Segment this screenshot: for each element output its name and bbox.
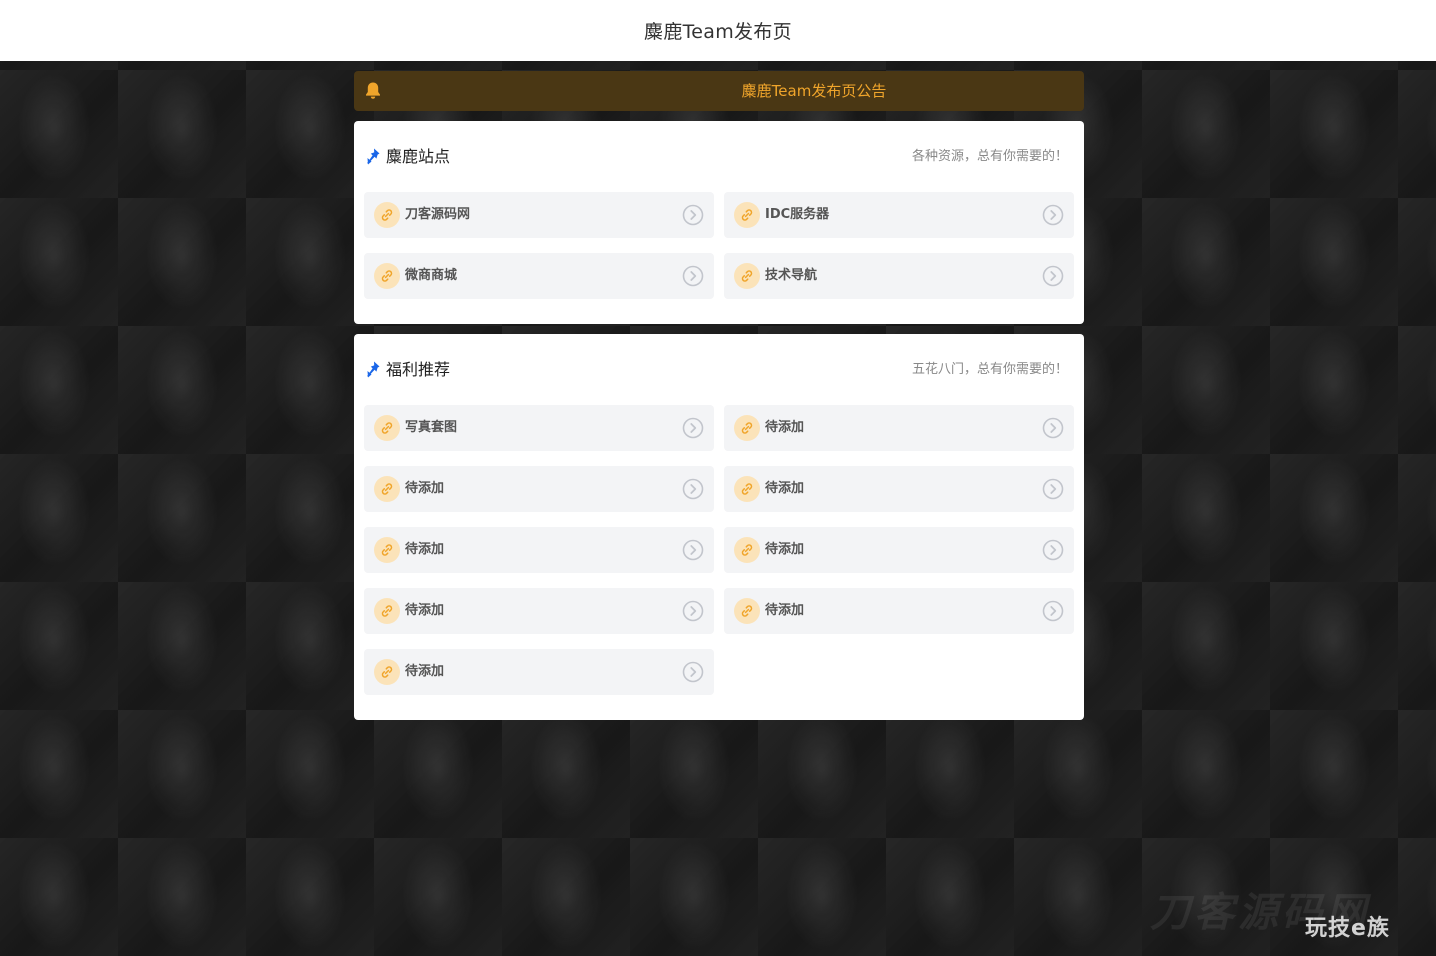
chevron-right-circle-icon — [682, 600, 704, 622]
section-subtitle: 五花八门，总有你需要的！ — [911, 362, 1068, 377]
chevron-right-circle-icon — [1042, 417, 1064, 439]
pin-icon — [367, 148, 380, 165]
chevron-right-circle-icon — [1042, 539, 1064, 561]
link-item[interactable]: 刀客源码网 — [364, 192, 714, 238]
link-label: 微商商城 — [405, 268, 458, 283]
link-label: 待添加 — [405, 481, 445, 496]
link-item[interactable]: 待添加 — [724, 466, 1074, 512]
link-item[interactable]: 写真套图 — [364, 405, 714, 451]
link-label: 待添加 — [765, 481, 805, 496]
link-icon — [374, 659, 400, 685]
link-item[interactable]: 待添加 — [364, 527, 714, 573]
chevron-right-circle-icon — [682, 417, 704, 439]
chevron-right-circle-icon — [682, 204, 704, 226]
chevron-right-circle-icon — [1042, 265, 1064, 287]
top-header: 麋鹿Team发布页 — [0, 0, 1436, 61]
link-icon — [374, 598, 400, 624]
chevron-right-circle-icon — [682, 478, 704, 500]
corner-watermark: 玩技e族 — [1305, 916, 1390, 941]
chevron-right-circle-icon — [682, 265, 704, 287]
chevron-right-circle-icon — [1042, 600, 1064, 622]
link-icon — [734, 263, 760, 289]
chevron-right-circle-icon — [682, 539, 704, 561]
link-label: 刀客源码网 — [405, 207, 471, 222]
link-item[interactable]: 待添加 — [724, 405, 1074, 451]
link-label: 写真套图 — [405, 420, 458, 435]
link-icon — [374, 202, 400, 228]
notice-text: 麋鹿Team发布页公告 — [741, 82, 887, 100]
link-icon — [734, 415, 760, 441]
link-item[interactable]: 待添加 — [364, 588, 714, 634]
link-item[interactable]: 待添加 — [724, 588, 1074, 634]
link-item[interactable]: IDC服务器 — [724, 192, 1074, 238]
link-item[interactable]: 技术导航 — [724, 253, 1074, 299]
section-title: 麋鹿站点 — [386, 147, 451, 166]
chevron-right-circle-icon — [1042, 478, 1064, 500]
section-welfare: 福利推荐 五花八门，总有你需要的！ 写真套图 待添加 待添加 待添加 待添加 待… — [354, 334, 1084, 720]
section-subtitle: 各种资源，总有你需要的！ — [911, 149, 1068, 164]
link-icon — [734, 476, 760, 502]
link-icon — [374, 263, 400, 289]
section-title: 福利推荐 — [386, 360, 451, 379]
link-icon — [734, 202, 760, 228]
section-header: 福利推荐 五花八门，总有你需要的！ — [364, 358, 1074, 382]
chevron-right-circle-icon — [682, 661, 704, 683]
chevron-right-circle-icon — [1042, 204, 1064, 226]
link-grid: 刀客源码网 IDC服务器 微商商城 技术导航 — [364, 192, 1074, 299]
page-title: 麋鹿Team发布页 — [644, 21, 792, 43]
link-icon — [374, 415, 400, 441]
link-item[interactable]: 待添加 — [364, 649, 714, 695]
link-label: 待添加 — [765, 603, 805, 618]
link-item[interactable]: 微商商城 — [364, 253, 714, 299]
link-label: 待添加 — [765, 542, 805, 557]
link-icon — [374, 476, 400, 502]
link-label: 待添加 — [405, 603, 445, 618]
link-item[interactable]: 待添加 — [364, 466, 714, 512]
link-item[interactable]: 待添加 — [724, 527, 1074, 573]
link-icon — [734, 537, 760, 563]
link-grid: 写真套图 待添加 待添加 待添加 待添加 待添加 待添加 待添加 待添加 — [364, 405, 1074, 695]
link-label: IDC服务器 — [765, 207, 830, 222]
link-label: 待添加 — [765, 420, 805, 435]
section-header: 麋鹿站点 各种资源，总有你需要的！ — [364, 145, 1074, 169]
pin-icon — [367, 361, 380, 378]
link-label: 技术导航 — [765, 268, 818, 283]
notice-bar[interactable]: 麋鹿Team发布页公告 — [354, 71, 1084, 111]
link-label: 待添加 — [405, 542, 445, 557]
link-icon — [374, 537, 400, 563]
link-icon — [734, 598, 760, 624]
link-label: 待添加 — [405, 664, 445, 679]
section-sites: 麋鹿站点 各种资源，总有你需要的！ 刀客源码网 IDC服务器 微商商城 技术导航 — [354, 121, 1084, 324]
